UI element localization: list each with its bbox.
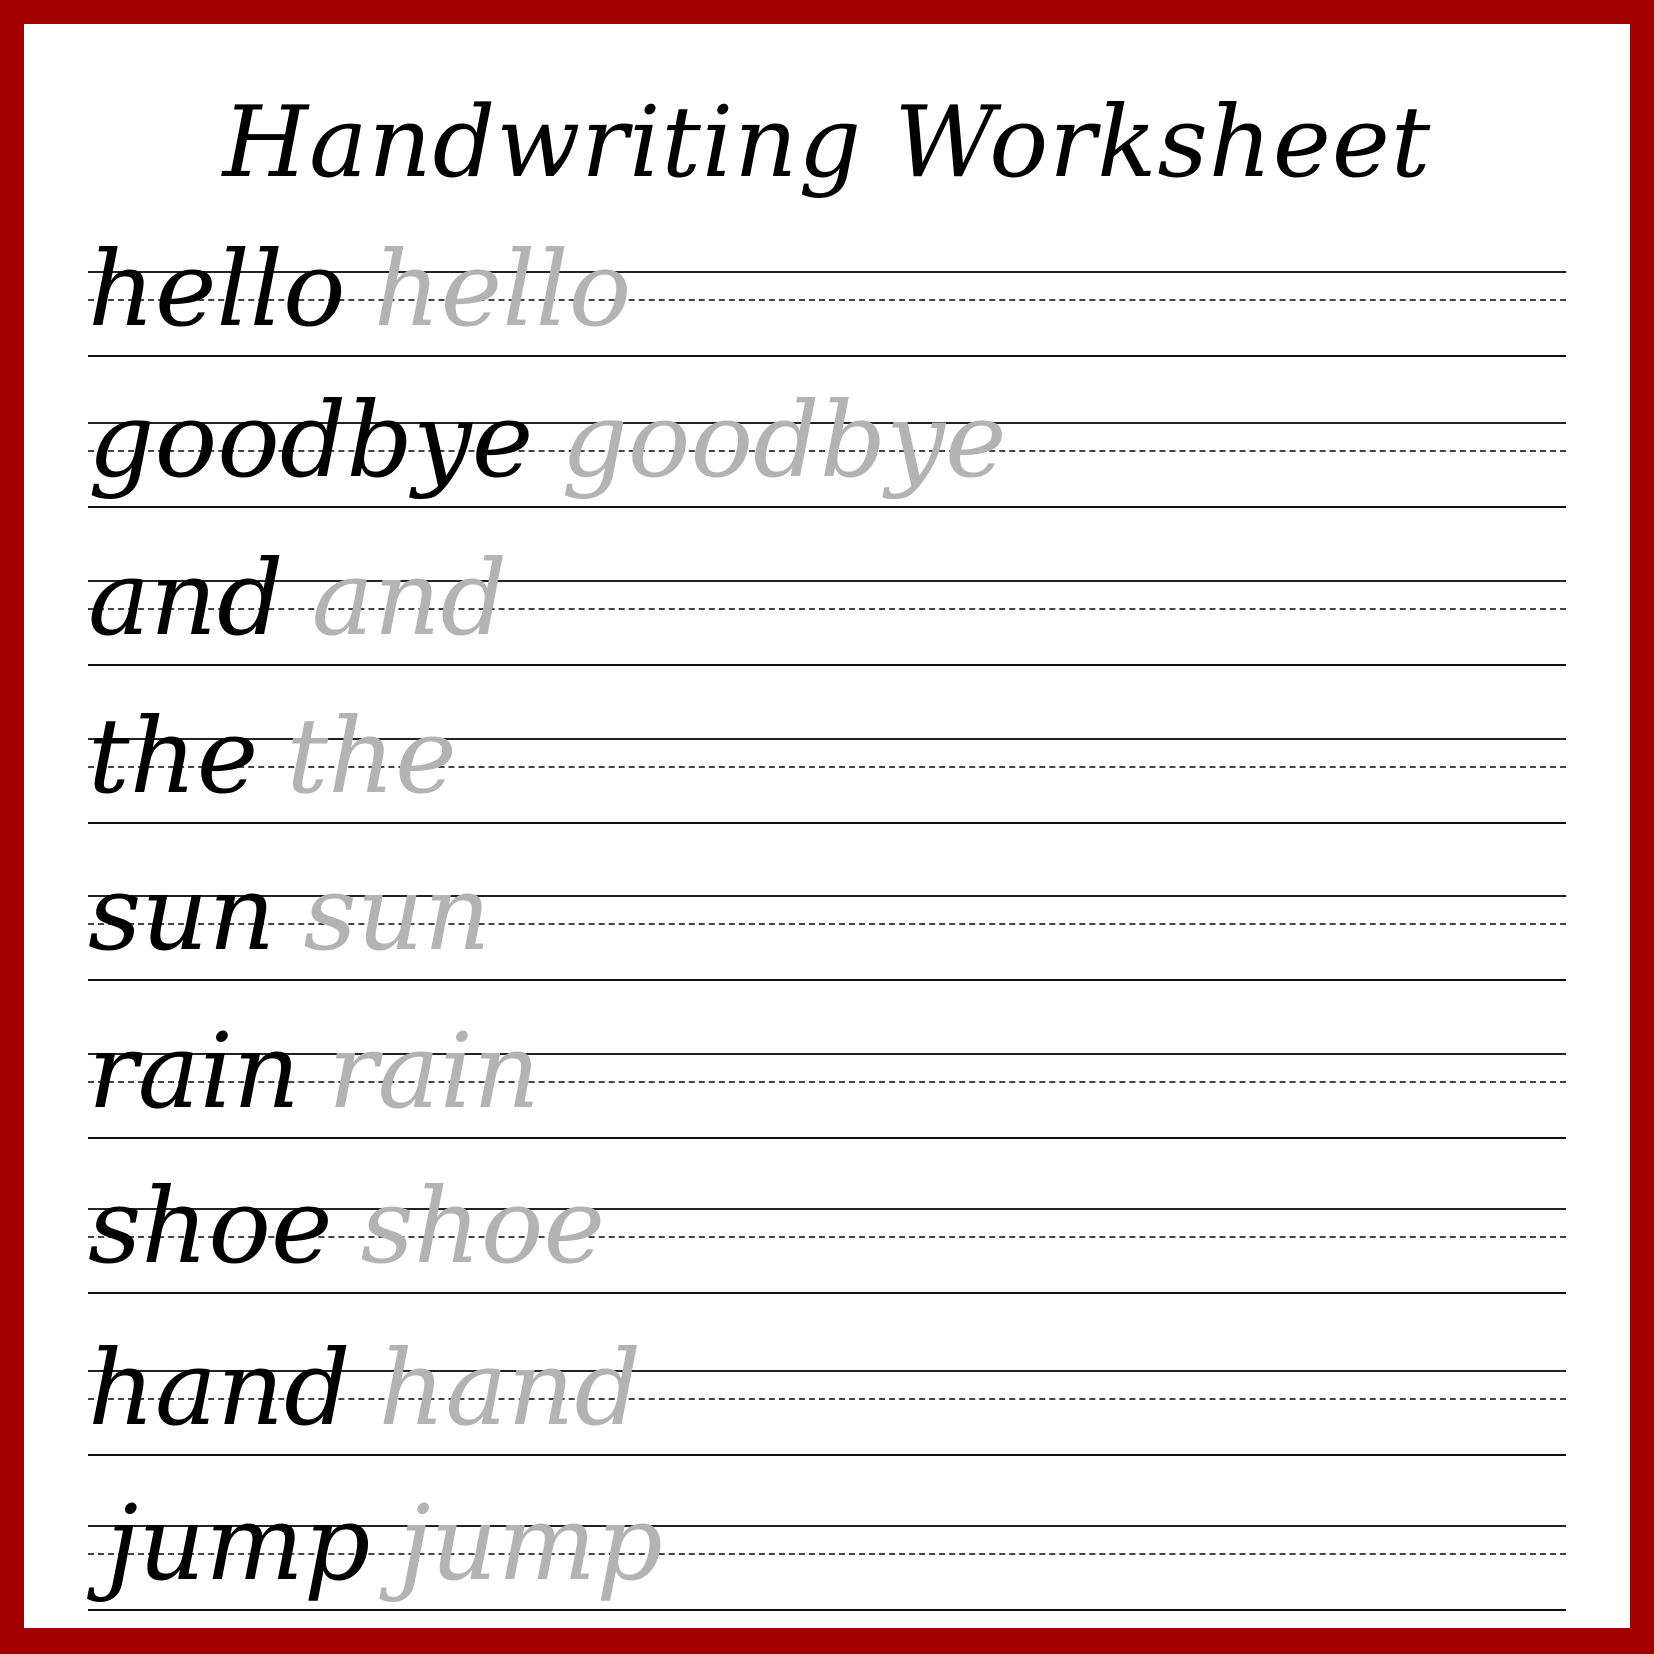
model-word: hello bbox=[88, 228, 346, 350]
writing-row: goodbye goodbye bbox=[88, 388, 1566, 562]
baseline bbox=[88, 355, 1566, 357]
trace-word: shoe bbox=[360, 1165, 606, 1287]
model-word: and bbox=[88, 537, 284, 659]
baseline bbox=[88, 506, 1566, 508]
trace-word: sun bbox=[303, 852, 491, 974]
trace-word: goodbye bbox=[561, 379, 1007, 501]
model-word: hand bbox=[88, 1327, 351, 1449]
model-word: sun bbox=[88, 852, 276, 974]
trace-word: rain bbox=[327, 1010, 540, 1132]
model-word: rain bbox=[88, 1010, 300, 1132]
trace-word: hand bbox=[378, 1327, 642, 1449]
trace-word: the bbox=[286, 695, 457, 817]
model-word: the bbox=[88, 695, 259, 817]
baseline bbox=[88, 1292, 1566, 1294]
baseline bbox=[88, 1609, 1566, 1611]
baseline bbox=[88, 1454, 1566, 1456]
baseline bbox=[88, 979, 1566, 981]
writing-row: sun sun bbox=[88, 861, 1566, 1035]
worksheet-page: Handwriting Worksheet hello hello goodbye… bbox=[24, 24, 1630, 1628]
trace-word: jump bbox=[398, 1482, 663, 1604]
worksheet-title: Handwriting Worksheet bbox=[222, 86, 1432, 200]
baseline bbox=[88, 822, 1566, 824]
model-word: jump bbox=[106, 1482, 371, 1604]
model-word: goodbye bbox=[88, 379, 534, 501]
baseline bbox=[88, 1137, 1566, 1139]
trace-word: hello bbox=[373, 228, 632, 350]
baseline bbox=[88, 664, 1566, 666]
trace-word: and bbox=[311, 537, 508, 659]
writing-row: jump jump bbox=[88, 1491, 1566, 1628]
model-word: shoe bbox=[88, 1165, 333, 1287]
